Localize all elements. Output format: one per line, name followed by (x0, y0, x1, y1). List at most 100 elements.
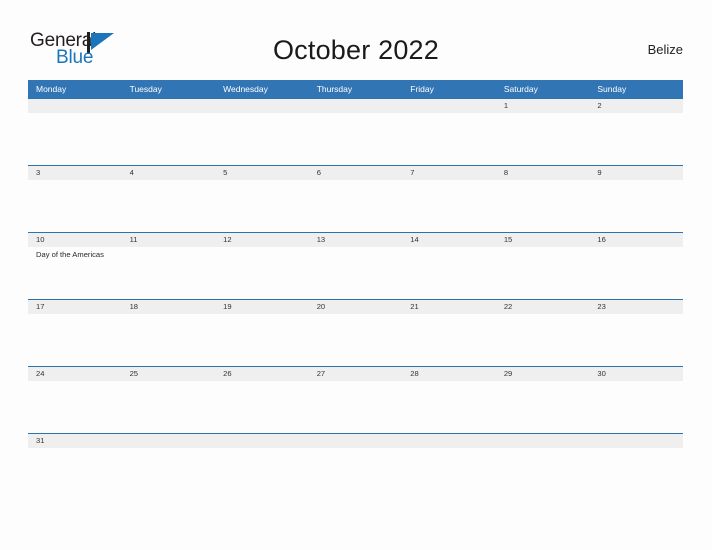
week-row: 31 (28, 433, 683, 500)
logo-text-blue: Blue (56, 47, 94, 68)
day-cell[interactable] (122, 180, 216, 232)
day-cell[interactable] (589, 381, 683, 433)
week-row: 24 25 26 27 28 29 30 (28, 366, 683, 433)
week-date-band: 1 2 (28, 99, 683, 113)
day-cell[interactable] (122, 113, 216, 165)
day-number[interactable]: 30 (589, 367, 683, 381)
day-cell[interactable] (402, 113, 496, 165)
day-number[interactable]: 7 (402, 166, 496, 180)
day-number[interactable] (309, 99, 403, 113)
day-number[interactable]: 3 (28, 166, 122, 180)
day-cell[interactable] (496, 247, 590, 299)
day-cell[interactable] (309, 448, 403, 500)
day-cell[interactable] (589, 247, 683, 299)
day-cell[interactable] (215, 448, 309, 500)
day-number[interactable]: 24 (28, 367, 122, 381)
day-cell[interactable] (589, 180, 683, 232)
day-number[interactable]: 5 (215, 166, 309, 180)
day-cell[interactable] (28, 448, 122, 500)
day-cell[interactable] (589, 314, 683, 366)
day-cell[interactable] (402, 247, 496, 299)
weekday-header-monday: Monday (36, 84, 67, 94)
day-cell[interactable] (309, 113, 403, 165)
day-cell[interactable] (309, 247, 403, 299)
region-label: Belize (647, 42, 683, 57)
day-cell[interactable]: Day of the Americas (28, 247, 122, 299)
general-blue-logo[interactable]: General Blue (30, 31, 150, 71)
day-cell[interactable] (215, 381, 309, 433)
page-title: October 2022 (272, 35, 439, 65)
day-number[interactable]: 17 (28, 300, 122, 314)
day-number[interactable]: 28 (402, 367, 496, 381)
day-number[interactable] (496, 434, 590, 448)
day-cell[interactable] (122, 314, 216, 366)
day-number[interactable]: 16 (589, 233, 683, 247)
day-number[interactable]: 12 (215, 233, 309, 247)
day-number[interactable]: 29 (496, 367, 590, 381)
day-number[interactable]: 26 (215, 367, 309, 381)
day-cell[interactable] (215, 314, 309, 366)
day-number[interactable] (215, 434, 309, 448)
day-number[interactable] (309, 434, 403, 448)
day-number[interactable] (28, 99, 122, 113)
weekday-header-thursday: Thursday (316, 84, 353, 94)
day-number[interactable] (402, 434, 496, 448)
day-cell[interactable] (402, 448, 496, 500)
day-number[interactable]: 23 (589, 300, 683, 314)
day-number[interactable]: 10 (28, 233, 122, 247)
day-cell[interactable] (402, 381, 496, 433)
week-date-band: 3 4 5 6 7 8 9 (28, 166, 683, 180)
day-cell[interactable] (309, 381, 403, 433)
day-number[interactable]: 6 (309, 166, 403, 180)
day-cell[interactable] (496, 381, 590, 433)
weekday-header-tuesday: Tuesday (129, 84, 162, 94)
day-cell[interactable] (122, 448, 216, 500)
day-number[interactable]: 11 (122, 233, 216, 247)
day-number[interactable]: 20 (309, 300, 403, 314)
day-cell[interactable] (122, 247, 216, 299)
day-number[interactable]: 22 (496, 300, 590, 314)
calendar-page: General Blue October 2022 Belize Monday … (0, 0, 712, 550)
calendar-grid: Monday Tuesday Wednesday Thursday Friday… (28, 80, 683, 500)
day-cell[interactable] (215, 247, 309, 299)
day-number[interactable] (589, 434, 683, 448)
week-date-band: 10 11 12 13 14 15 16 (28, 233, 683, 247)
day-cell[interactable] (309, 314, 403, 366)
day-number[interactable]: 4 (122, 166, 216, 180)
day-cell[interactable] (215, 113, 309, 165)
day-cell[interactable] (589, 448, 683, 500)
day-number[interactable]: 31 (28, 434, 122, 448)
day-cell[interactable] (28, 381, 122, 433)
day-number[interactable] (402, 99, 496, 113)
day-number[interactable] (122, 99, 216, 113)
day-cell[interactable] (28, 180, 122, 232)
day-number[interactable]: 18 (122, 300, 216, 314)
week-event-band (28, 448, 683, 500)
day-cell[interactable] (402, 180, 496, 232)
day-cell[interactable] (496, 180, 590, 232)
day-cell[interactable] (589, 113, 683, 165)
day-cell[interactable] (496, 314, 590, 366)
day-cell[interactable] (28, 314, 122, 366)
day-number[interactable]: 8 (496, 166, 590, 180)
day-cell[interactable] (309, 180, 403, 232)
day-number[interactable]: 21 (402, 300, 496, 314)
day-number[interactable]: 15 (496, 233, 590, 247)
day-number[interactable]: 19 (215, 300, 309, 314)
day-number[interactable]: 2 (589, 99, 683, 113)
day-cell[interactable] (402, 314, 496, 366)
day-number[interactable]: 13 (309, 233, 403, 247)
day-cell[interactable] (28, 113, 122, 165)
day-number[interactable]: 25 (122, 367, 216, 381)
day-number[interactable]: 27 (309, 367, 403, 381)
day-number[interactable]: 14 (402, 233, 496, 247)
day-number[interactable] (215, 99, 309, 113)
day-number[interactable]: 1 (496, 99, 590, 113)
day-cell[interactable] (496, 448, 590, 500)
day-cell[interactable] (215, 180, 309, 232)
day-cell[interactable] (496, 113, 590, 165)
day-number[interactable]: 9 (589, 166, 683, 180)
week-event-band (28, 314, 683, 366)
day-number[interactable] (122, 434, 216, 448)
day-cell[interactable] (122, 381, 216, 433)
